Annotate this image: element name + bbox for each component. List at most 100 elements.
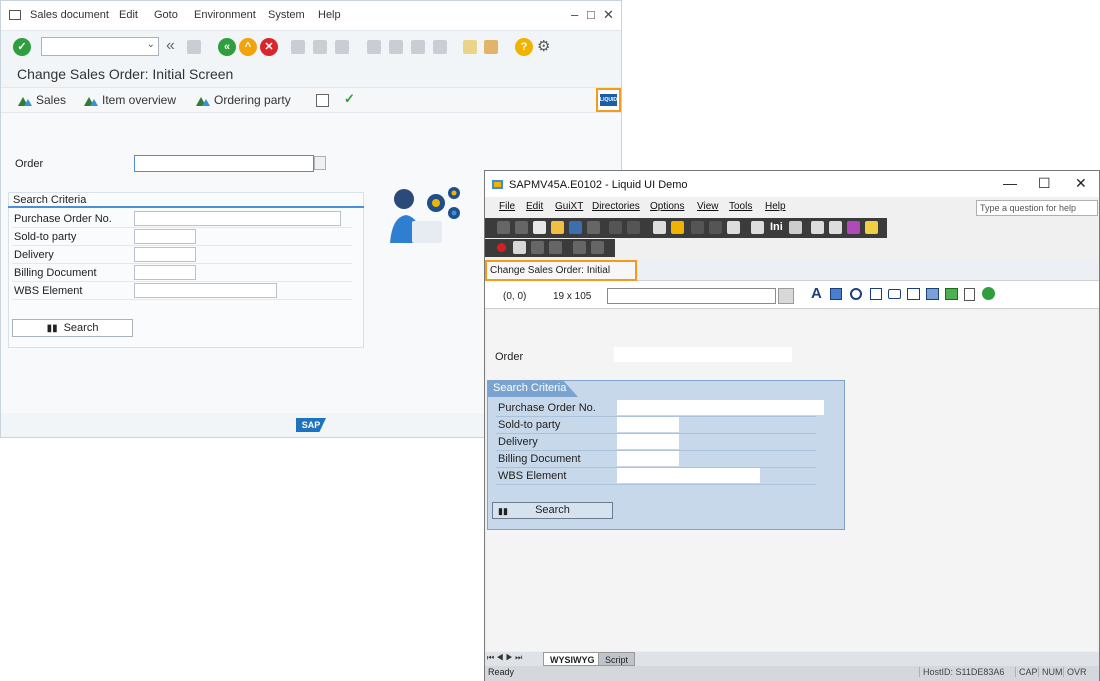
wbs-element-input[interactable] (134, 283, 277, 298)
menu-edit[interactable]: Edit (119, 9, 138, 21)
button-tool-icon[interactable] (888, 289, 901, 299)
menu-environment[interactable]: Environment (194, 9, 256, 21)
groupbox-tool-icon[interactable] (830, 288, 842, 300)
order-input[interactable] (614, 347, 792, 362)
shortcut-icon[interactable] (484, 40, 498, 54)
ordering-party-button[interactable]: Ordering party (196, 93, 291, 107)
exit-icon[interactable]: ^ (239, 38, 257, 56)
prev-page-icon[interactable] (389, 40, 403, 54)
save-icon[interactable] (187, 40, 201, 54)
find-next-icon[interactable] (335, 40, 349, 54)
download-icon[interactable] (789, 221, 802, 234)
wbs-element-input[interactable] (617, 468, 760, 483)
table-tool-icon[interactable] (926, 288, 939, 300)
settings-gear-icon[interactable]: ⚙ (537, 37, 550, 55)
chart-icon[interactable] (829, 221, 842, 234)
menu-view[interactable]: View (697, 201, 719, 212)
maximize-icon[interactable]: □ (587, 7, 595, 22)
menu-directories[interactable]: Directories (592, 201, 640, 212)
next-page-icon[interactable] (411, 40, 425, 54)
search-button[interactable]: ▮▮ Search (492, 502, 613, 519)
binoculars-icon[interactable] (627, 221, 640, 234)
print-icon[interactable] (291, 40, 305, 54)
new-file-icon[interactable] (533, 221, 546, 234)
menu-help[interactable]: Help (318, 9, 341, 21)
undo-icon[interactable] (587, 221, 600, 234)
menu-file[interactable]: File (499, 201, 515, 212)
menu-help[interactable]: Help (765, 201, 786, 212)
property-browse-button[interactable] (778, 288, 794, 304)
enter-check-icon[interactable]: ✓ (13, 38, 31, 56)
back-icon[interactable]: « (218, 38, 236, 56)
back-arrow-icon[interactable] (497, 221, 510, 234)
minimize-icon[interactable]: — (1003, 175, 1017, 191)
double-chevron-icon[interactable]: « (166, 37, 175, 55)
sales-button[interactable]: Sales (18, 93, 66, 107)
radio-tool-icon[interactable] (850, 288, 862, 300)
paste-icon[interactable] (727, 221, 740, 234)
delivery-input[interactable] (134, 247, 196, 262)
command-field[interactable]: ⌄ (41, 37, 159, 56)
script-icon[interactable] (811, 221, 824, 234)
record-script-icon[interactable] (513, 241, 526, 254)
order-input[interactable] (134, 155, 314, 172)
search-button[interactable]: ▮▮ Search (12, 319, 133, 337)
copy-icon[interactable] (709, 221, 722, 234)
menu-system[interactable]: System (268, 9, 305, 21)
liquid-ui-button[interactable]: LIQUID (596, 88, 621, 112)
new-session-icon[interactable] (463, 40, 477, 54)
help-icon[interactable] (865, 221, 878, 234)
text-tool-icon[interactable]: A (811, 285, 822, 302)
wysiwyg-icon[interactable] (671, 221, 684, 234)
connect-icon[interactable] (573, 241, 586, 254)
save-icon[interactable] (569, 221, 582, 234)
purchase-order-input[interactable] (617, 400, 824, 415)
sold-to-party-input[interactable] (617, 417, 679, 432)
cut-icon[interactable] (691, 221, 704, 234)
document-flow-icon[interactable] (316, 94, 329, 107)
comment-icon[interactable] (609, 221, 622, 234)
maximize-icon[interactable]: ☐ (1038, 175, 1051, 192)
last-page-icon[interactable] (433, 40, 447, 54)
forward-arrow-icon[interactable] (515, 221, 528, 234)
find-icon[interactable] (313, 40, 327, 54)
menu-sales-document[interactable]: Sales document (30, 9, 109, 21)
screen-icon[interactable] (653, 221, 666, 234)
chevron-down-icon[interactable]: ⌄ (147, 39, 155, 50)
minimize-icon[interactable]: – (571, 7, 578, 22)
close-icon[interactable]: ✕ (603, 7, 614, 23)
billing-document-input[interactable] (617, 451, 679, 466)
tab-wysiwyg[interactable]: WYSIWYG (543, 652, 602, 666)
record-icon[interactable] (497, 243, 506, 252)
check-cross-icon[interactable]: ✓ (344, 91, 355, 107)
purchase-order-input[interactable] (134, 211, 341, 226)
document-tool-icon[interactable] (964, 288, 975, 301)
book-icon[interactable] (847, 221, 860, 234)
refresh-icon[interactable] (591, 241, 604, 254)
tab-change-sales-order[interactable]: Change Sales Order: Initial Screen (485, 260, 637, 293)
menu-tools[interactable]: Tools (729, 201, 752, 212)
checkbox-tool-icon[interactable] (870, 288, 882, 300)
property-input[interactable] (607, 288, 776, 304)
box-tool-icon[interactable] (907, 288, 920, 300)
open-folder-icon[interactable] (551, 221, 564, 234)
menu-guixt[interactable]: GuiXT (555, 201, 583, 212)
menu-options[interactable]: Options (650, 201, 684, 212)
item-overview-button[interactable]: Item overview (84, 93, 176, 107)
tab-script[interactable]: Script (598, 652, 636, 666)
sold-to-party-input[interactable] (134, 229, 196, 244)
image-tool-icon[interactable] (945, 288, 958, 300)
help-icon[interactable]: ? (515, 38, 533, 56)
ini-icon[interactable]: Ini (770, 221, 783, 233)
menu-edit[interactable]: Edit (526, 201, 543, 212)
web-tool-icon[interactable] (982, 287, 995, 300)
cancel-icon[interactable]: ✕ (260, 38, 278, 56)
close-icon[interactable]: ✕ (1075, 175, 1087, 192)
sap-menu-icon[interactable] (9, 10, 21, 20)
delivery-input[interactable] (617, 434, 679, 449)
print-icon[interactable] (751, 221, 764, 234)
play-icon[interactable] (531, 241, 544, 254)
tab-nav-icons[interactable]: ⏮ ◀ ▶ ⏭ (487, 653, 522, 663)
first-page-icon[interactable] (367, 40, 381, 54)
menu-goto[interactable]: Goto (154, 9, 178, 21)
